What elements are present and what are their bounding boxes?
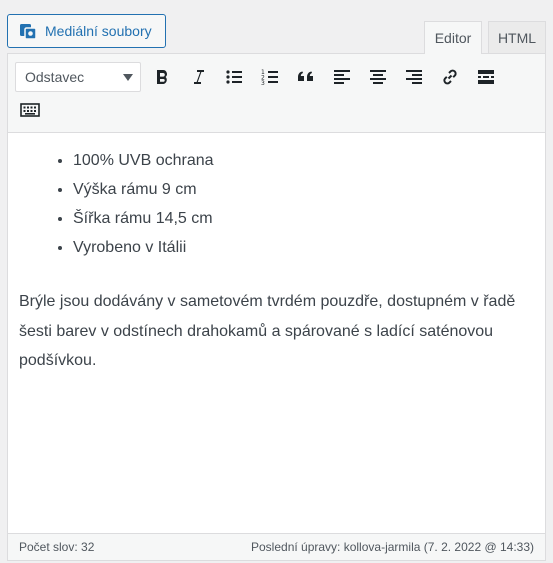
media-files-button[interactable]: Mediální soubory <box>7 14 166 48</box>
toolbar-toggle-icon <box>20 103 40 117</box>
tab-editor[interactable]: Editor <box>424 21 482 54</box>
italic-icon <box>194 70 204 84</box>
feature-list: 100% UVB ochrana Výška rámu 9 cm Šířka r… <box>19 146 534 262</box>
list-item: Šířka rámu 14,5 cm <box>73 204 534 233</box>
format-select[interactable]: Odstavec <box>15 62 141 92</box>
align-center-button[interactable] <box>364 63 392 91</box>
editor-content[interactable]: 100% UVB ochrana Výška rámu 9 cm Šířka r… <box>8 134 545 534</box>
svg-text:3: 3 <box>261 80 265 87</box>
italic-button[interactable] <box>184 63 212 91</box>
content-paragraph: Brýle jsou dodávány v sametovém tvrdém p… <box>19 293 516 369</box>
list-item: 100% UVB ochrana <box>73 146 534 175</box>
align-center-icon <box>370 70 386 84</box>
word-count: Počet slov: 32 <box>19 540 95 554</box>
last-edit-info: Poslední úpravy: kollova-jarmila (7. 2. … <box>251 540 534 554</box>
list-item: Výška rámu 9 cm <box>73 175 534 204</box>
editor-toolbar: Odstavec 123 <box>8 54 545 133</box>
link-icon <box>443 69 457 85</box>
chevron-down-icon <box>123 74 133 81</box>
list-item: Vyrobeno v Itálii <box>73 233 534 262</box>
numbered-list-icon: 123 <box>261 69 278 87</box>
read-more-button[interactable] <box>472 63 500 91</box>
editor-container: Odstavec 123 • 100% UVB ochrana • Výška … <box>7 53 546 561</box>
read-more-icon <box>478 70 494 84</box>
align-left-button[interactable] <box>328 63 356 91</box>
bold-button[interactable] <box>148 63 176 91</box>
align-right-button[interactable] <box>400 63 428 91</box>
bullet-list-icon <box>226 70 242 84</box>
align-left-icon <box>334 70 350 84</box>
media-files-label: Mediální soubory <box>45 23 152 39</box>
media-icon <box>18 21 38 41</box>
status-bar: Počet slov: 32 Poslední úpravy: kollova-… <box>8 533 545 560</box>
format-select-value: Odstavec <box>25 69 85 85</box>
tab-html[interactable]: HTML <box>488 21 546 53</box>
toolbar-toggle-button[interactable] <box>16 96 44 124</box>
blockquote-button[interactable] <box>292 63 320 91</box>
link-button[interactable] <box>436 63 464 91</box>
align-right-icon <box>406 70 422 84</box>
bullet-list-button[interactable] <box>220 63 248 91</box>
bold-icon <box>157 70 167 84</box>
numbered-list-button[interactable]: 123 <box>256 63 284 91</box>
blockquote-icon <box>298 71 313 81</box>
